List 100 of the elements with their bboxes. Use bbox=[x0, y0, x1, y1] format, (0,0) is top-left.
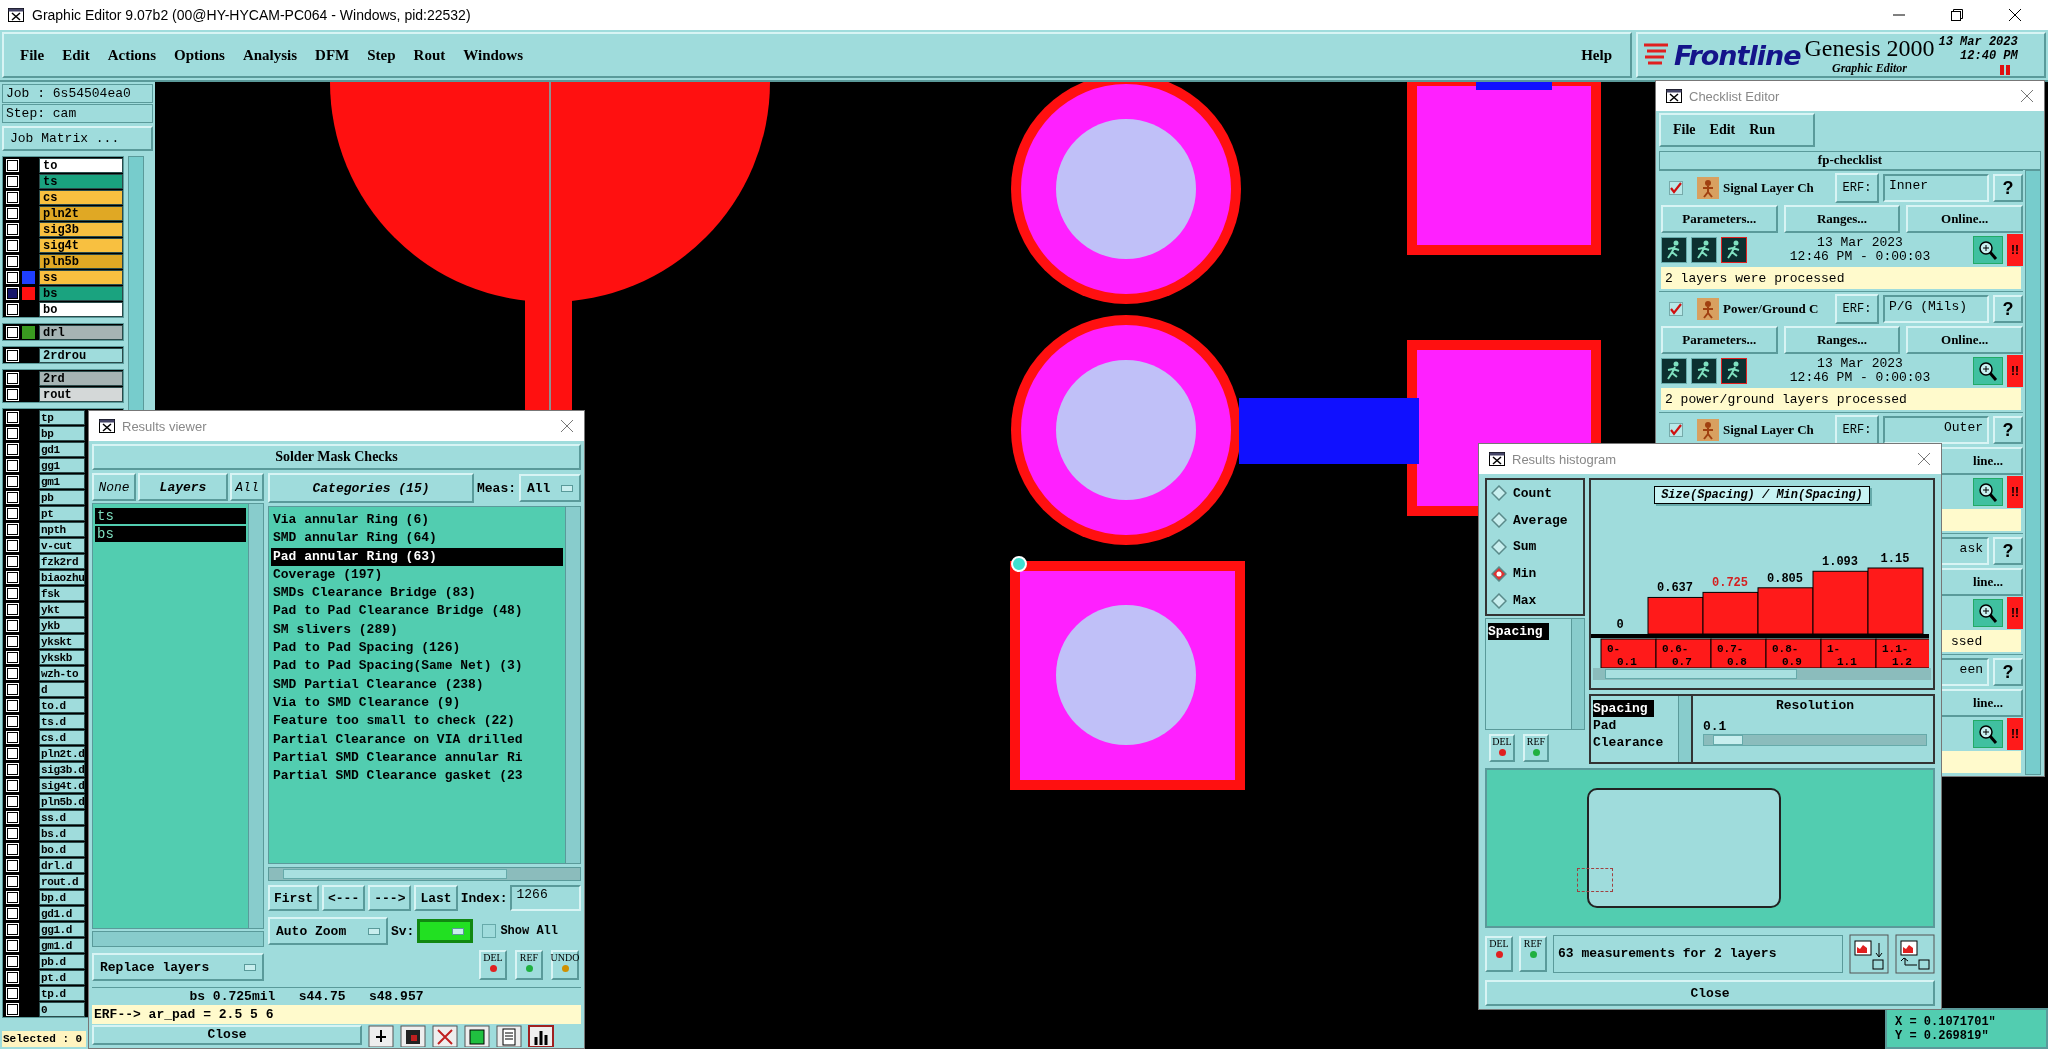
bin-label[interactable]: 0.8-0.9 bbox=[1765, 638, 1822, 668]
histogram-bar[interactable] bbox=[1647, 596, 1704, 635]
layer-checkbox[interactable] bbox=[7, 223, 18, 235]
layer-name[interactable]: tp.d bbox=[39, 985, 85, 1001]
runner-icon[interactable] bbox=[1691, 237, 1717, 263]
erf-field[interactable]: P/G (Mils) bbox=[1883, 295, 1989, 323]
layer-name[interactable]: fzk2rd bbox=[39, 553, 85, 569]
check-action-button[interactable]: Ranges... bbox=[1783, 205, 1901, 233]
scrollbar[interactable] bbox=[2025, 170, 2041, 775]
icon-button[interactable]: DEL bbox=[1485, 936, 1513, 972]
menu-item[interactable]: Rout bbox=[413, 46, 446, 64]
layer-checkbox[interactable] bbox=[7, 523, 18, 535]
layer-checkbox[interactable] bbox=[7, 1003, 18, 1015]
replace-layers-dropdown[interactable]: Replace layers bbox=[92, 953, 264, 981]
layer-checkbox[interactable] bbox=[7, 779, 18, 791]
bin-label[interactable]: 1-1.1 bbox=[1820, 638, 1877, 668]
layer-checkbox[interactable] bbox=[7, 491, 18, 503]
close-icon[interactable] bbox=[2008, 8, 2022, 22]
nav-button[interactable]: <--- bbox=[322, 885, 366, 911]
layer-name[interactable]: to bbox=[39, 157, 123, 173]
layer-checkbox[interactable] bbox=[7, 635, 18, 647]
layer-name[interactable]: drl bbox=[39, 324, 123, 340]
layer-checkbox[interactable] bbox=[7, 303, 18, 315]
category-item[interactable]: Via to SMD Clearance (9) bbox=[271, 693, 563, 713]
category-item[interactable]: SMD annular Ring (64) bbox=[271, 529, 563, 548]
runner-icon[interactable] bbox=[1721, 237, 1747, 263]
layer-checkbox[interactable] bbox=[7, 255, 18, 267]
mode-label[interactable]: Sum bbox=[1513, 539, 1537, 555]
radio-icon[interactable] bbox=[1491, 592, 1507, 609]
runner-icon[interactable] bbox=[1691, 358, 1717, 384]
zoom-in-icon[interactable] bbox=[1973, 720, 2003, 748]
layer-checkbox[interactable] bbox=[7, 747, 18, 759]
icon-button[interactable]: REF bbox=[515, 950, 543, 980]
layer-checkbox[interactable] bbox=[7, 507, 18, 519]
runner-icon[interactable] bbox=[1721, 358, 1747, 384]
menu-item[interactable]: Edit bbox=[1709, 122, 1736, 138]
checkbox[interactable] bbox=[1669, 181, 1683, 195]
layer-name[interactable]: gd1 bbox=[39, 441, 85, 457]
layer-checkbox[interactable] bbox=[7, 191, 18, 203]
chart-import-icon[interactable] bbox=[1895, 934, 1935, 974]
bin-label[interactable]: 1.1-1.2 bbox=[1875, 638, 1929, 668]
layer-name[interactable]: npth bbox=[39, 521, 85, 537]
layer-checkbox[interactable] bbox=[7, 955, 18, 967]
scrollbar[interactable] bbox=[1571, 619, 1584, 729]
radio-icon[interactable] bbox=[1491, 539, 1507, 555]
document-icon[interactable] bbox=[496, 1025, 522, 1047]
radio-icon[interactable] bbox=[1491, 512, 1507, 529]
bin-label[interactable]: 0.7-0.8 bbox=[1710, 638, 1767, 668]
layer-checkbox[interactable] bbox=[7, 699, 18, 711]
layer-checkbox[interactable] bbox=[7, 372, 18, 384]
histogram-bar[interactable] bbox=[1757, 587, 1814, 635]
layer-checkbox[interactable] bbox=[7, 971, 18, 983]
layer-name[interactable]: 0 bbox=[39, 1001, 85, 1017]
layer-checkbox[interactable] bbox=[7, 651, 18, 663]
layer-checkbox[interactable] bbox=[7, 811, 18, 823]
menu-item[interactable]: Help bbox=[1581, 46, 1612, 64]
layer-name[interactable]: 2rdrou bbox=[39, 347, 123, 363]
icon-button[interactable]: DEL bbox=[1489, 734, 1515, 762]
layer-name[interactable]: sig4t.d bbox=[39, 777, 85, 793]
meas-dropdown[interactable]: All bbox=[519, 474, 581, 502]
field-item[interactable]: Spacing bbox=[1488, 623, 1549, 640]
zoom-in-icon[interactable] bbox=[1973, 357, 2003, 385]
menu-item[interactable]: Edit bbox=[62, 46, 90, 64]
layer-checkbox[interactable] bbox=[7, 619, 18, 631]
layer-checkbox[interactable] bbox=[7, 923, 18, 935]
layer-checkbox[interactable] bbox=[7, 443, 18, 455]
layer-name[interactable]: ykb bbox=[39, 617, 85, 633]
check-action-button[interactable]: Online... bbox=[1906, 205, 2023, 233]
layer-name[interactable]: ykt bbox=[39, 601, 85, 617]
layer-name[interactable]: fsk bbox=[39, 585, 85, 601]
category-item[interactable]: Feature too small to check (22) bbox=[271, 712, 563, 731]
delete-icon[interactable] bbox=[432, 1025, 458, 1047]
layer-checkbox[interactable] bbox=[7, 587, 18, 599]
menu-item[interactable]: DFM bbox=[315, 46, 350, 64]
erf-button[interactable]: ERF: bbox=[1835, 173, 1879, 203]
runner-icon[interactable] bbox=[1661, 358, 1687, 384]
zoom-in-icon[interactable] bbox=[1973, 599, 2003, 627]
erf-button[interactable]: ERF: bbox=[1835, 294, 1879, 324]
category-item[interactable]: SMD Partial Clearance (238) bbox=[271, 675, 563, 694]
layer-checkbox[interactable] bbox=[7, 683, 18, 695]
menu-item[interactable]: Options bbox=[174, 46, 225, 64]
layer-checkbox[interactable] bbox=[7, 939, 18, 951]
layer-checkbox[interactable] bbox=[7, 175, 18, 187]
layer-name[interactable]: pt bbox=[39, 505, 85, 521]
layer-name[interactable]: ts.d bbox=[39, 713, 85, 729]
menu-item[interactable]: Run bbox=[1749, 122, 1775, 138]
restore-icon[interactable] bbox=[1950, 8, 1964, 22]
histogram-bar[interactable] bbox=[1702, 591, 1759, 635]
radio-icon[interactable] bbox=[1491, 565, 1507, 582]
check-action-button[interactable]: Ranges... bbox=[1783, 326, 1901, 354]
radio-icon[interactable] bbox=[1491, 485, 1507, 502]
category-item[interactable]: Coverage (197) bbox=[271, 565, 563, 585]
show-all-checkbox[interactable] bbox=[482, 924, 497, 938]
check-action-button[interactable]: Parameters... bbox=[1661, 205, 1778, 233]
layer-checkbox[interactable] bbox=[7, 715, 18, 727]
menu-item[interactable]: Step bbox=[367, 46, 396, 64]
attribute-item[interactable]: Pad bbox=[1593, 717, 1623, 734]
layer-name[interactable]: sig3b bbox=[39, 221, 123, 237]
menu-item[interactable]: Actions bbox=[107, 46, 156, 64]
layer-name[interactable]: drl.d bbox=[39, 857, 85, 873]
